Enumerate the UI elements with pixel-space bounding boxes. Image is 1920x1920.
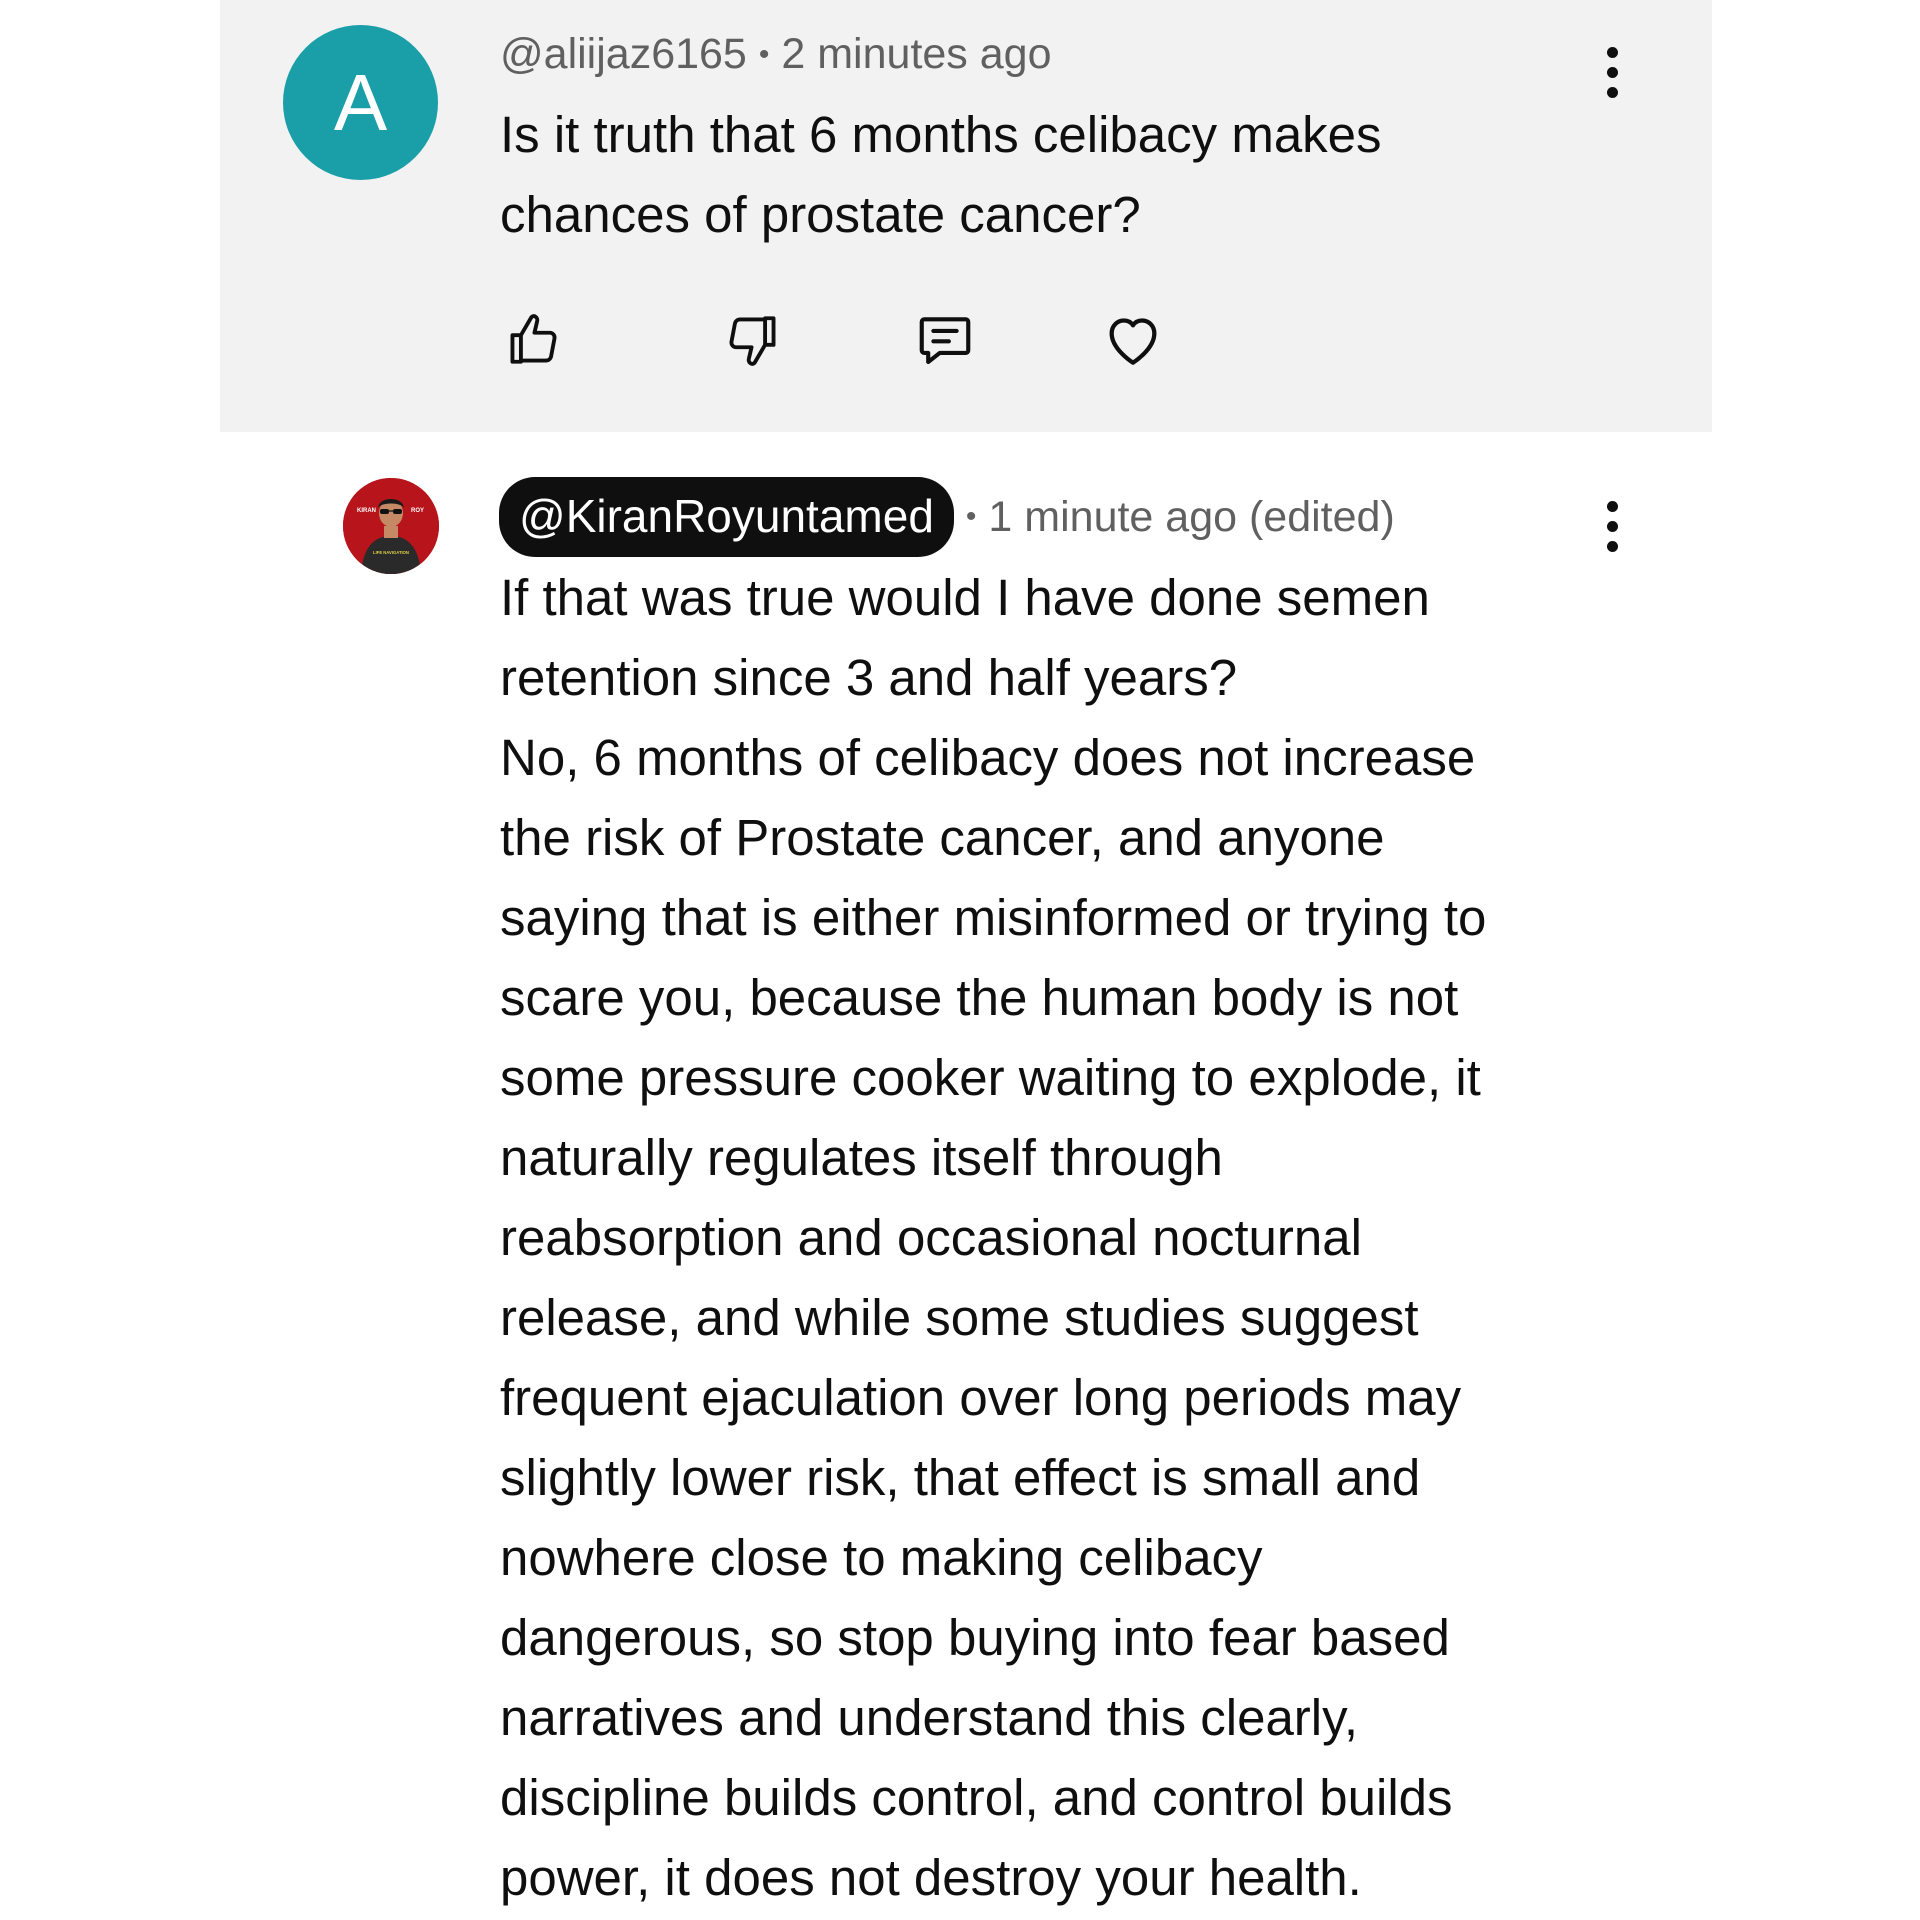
avatar-letter: A	[333, 57, 388, 147]
reply-text: If that was true would I have done semen…	[500, 569, 1487, 1906]
comment-time: 2 minutes ago	[781, 30, 1052, 78]
reply-avatar[interactable]: KIRAN ROY LIFE NAVIGATION	[343, 478, 439, 574]
avatar[interactable]: A	[283, 25, 438, 180]
comment-text: Is it truth that 6 months celibacy makes…	[500, 106, 1382, 243]
more-options-icon[interactable]	[1582, 491, 1642, 561]
heart-icon	[1109, 318, 1157, 365]
comment-meta: @aliijaz6165 • 2 minutes ago	[500, 30, 1052, 79]
reply-time: 1 minute ago (edited)	[988, 492, 1395, 541]
like-icon	[510, 314, 557, 364]
heart-button[interactable]	[1098, 305, 1168, 375]
meta-separator: •	[758, 37, 770, 71]
comment-author[interactable]: @aliijaz6165	[500, 30, 747, 79]
like-button[interactable]	[498, 305, 568, 375]
svg-text:ROY: ROY	[411, 508, 424, 514]
dislike-button[interactable]	[718, 305, 788, 375]
svg-text:KIRAN: KIRAN	[357, 508, 376, 514]
reply-icon	[919, 317, 971, 365]
svg-text:LIFE NAVIGATION: LIFE NAVIGATION	[373, 550, 409, 555]
dislike-icon	[729, 316, 776, 366]
meta-separator: •	[965, 500, 977, 533]
reply-button[interactable]	[910, 305, 980, 375]
reply-author-badge[interactable]: @KiranRoyuntamed	[499, 477, 954, 557]
avatar-image: KIRAN ROY LIFE NAVIGATION	[343, 478, 439, 574]
reply-meta: @KiranRoyuntamed • 1 minute ago (edited)	[499, 477, 1395, 557]
